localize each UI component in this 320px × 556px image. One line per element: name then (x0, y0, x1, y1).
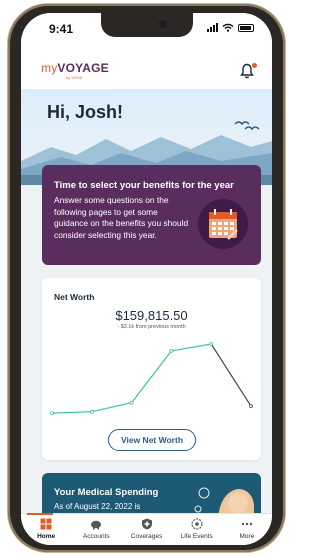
home-grid-icon (40, 518, 52, 530)
net-worth-card: Net Worth $159,815.50 - $3.1k from previ… (42, 278, 261, 460)
calendar-icon (209, 209, 238, 240)
chart-point (89, 409, 94, 414)
birds-icon (234, 121, 260, 131)
tab-label: Coverages (130, 533, 163, 540)
calendar-illustration (198, 199, 248, 249)
shield-icon (141, 518, 152, 530)
net-worth-change: - $3.1k from previous month (117, 324, 186, 330)
tab-coverages[interactable]: Coverages (121, 514, 171, 545)
notification-dot (252, 63, 257, 68)
life-events-icon (191, 518, 203, 530)
greeting: Hi, Josh! (47, 102, 124, 122)
chart-point (249, 404, 253, 409)
signal-icon (207, 23, 218, 32)
status-time: 9:41 (49, 22, 74, 36)
logo-my: my (41, 61, 58, 75)
piggy-bank-icon (91, 520, 102, 530)
wifi-icon (222, 23, 234, 32)
chart-point (50, 411, 54, 415)
medical-subtitle: As of August 22, 2022 is (54, 502, 141, 511)
chart-line-segment (51, 411, 92, 414)
chart-point (129, 400, 134, 405)
benefits-card[interactable]: Time to select your benefits for the yea… (42, 165, 261, 265)
net-worth-chart (50, 342, 253, 415)
tab-home[interactable]: Home (21, 513, 71, 545)
logo-sub: by VOYA (66, 75, 83, 80)
notch (101, 13, 193, 37)
benefits-text: Answer some questions on the following p… (54, 195, 189, 240)
tab-more[interactable]: More (222, 514, 272, 545)
tab-label: Home (37, 533, 56, 540)
app-screen: 9:41 myVOYAGE by VOYA Hi, Josh! Time to … (21, 13, 272, 545)
bottom-tab-bar: Home Accounts Coverages Life Events More (21, 513, 272, 545)
chart-line-segment (210, 343, 252, 407)
tab-label: More (239, 533, 255, 540)
logo-voyage: VOYAGE (57, 61, 109, 75)
more-dots-icon (241, 522, 253, 526)
app-logo[interactable]: myVOYAGE (41, 61, 109, 75)
benefits-title: Time to select your benefits for the yea… (54, 180, 234, 191)
status-icons (207, 23, 254, 32)
tab-accounts[interactable]: Accounts (71, 514, 121, 545)
view-net-worth-button[interactable]: View Net Worth (108, 429, 196, 451)
chart-point (169, 349, 174, 353)
chart-line-segment (131, 350, 172, 404)
app-header: myVOYAGE by VOYA (21, 45, 272, 89)
net-worth-amount: $159,815.50 (115, 308, 188, 323)
tab-label: Accounts (82, 533, 110, 540)
net-worth-title: Net Worth (54, 292, 95, 302)
chart-line-segment (91, 402, 132, 413)
tab-label: Life Events (180, 533, 213, 540)
medical-title: Your Medical Spending (54, 487, 159, 498)
chart-point (209, 342, 214, 346)
battery-icon (238, 23, 254, 32)
chart-line-segment (171, 343, 212, 352)
tab-life-events[interactable]: Life Events (172, 514, 222, 545)
